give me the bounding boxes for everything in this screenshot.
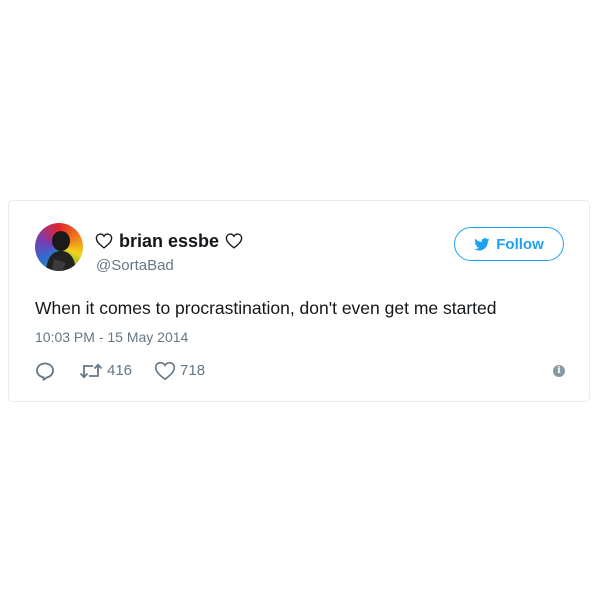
- heart-outline-icon: [225, 233, 243, 249]
- tweet-text: When it comes to procrastination, don't …: [35, 298, 497, 318]
- tweet-actions: 416 718: [35, 361, 205, 381]
- avatar-figure: [46, 231, 76, 271]
- heart-outline-icon: [95, 233, 113, 249]
- reply-button[interactable]: [35, 361, 55, 381]
- follow-button[interactable]: Follow: [454, 227, 564, 261]
- author-name-row[interactable]: brian essbe: [95, 231, 243, 251]
- retweet-count: 416: [107, 362, 133, 379]
- twitter-bird-icon: [474, 237, 490, 250]
- tweet-card: brian essbe @SortaBad Follow When it com…: [8, 200, 590, 402]
- info-icon[interactable]: i: [553, 365, 565, 377]
- follow-button-label: Follow: [496, 235, 544, 253]
- retweet-icon: [79, 363, 103, 379]
- author-handle[interactable]: @SortaBad: [96, 257, 174, 275]
- reply-icon: [36, 362, 54, 381]
- tweet-timestamp[interactable]: 10:03 PM - 15 May 2014: [35, 328, 188, 346]
- like-button[interactable]: 718: [154, 361, 205, 381]
- retweet-button[interactable]: 416: [79, 362, 132, 380]
- heart-icon: [154, 361, 176, 381]
- avatar[interactable]: [35, 223, 83, 271]
- page: brian essbe @SortaBad Follow When it com…: [0, 0, 600, 600]
- like-count: 718: [180, 362, 206, 379]
- author-display-name: brian essbe: [119, 231, 220, 251]
